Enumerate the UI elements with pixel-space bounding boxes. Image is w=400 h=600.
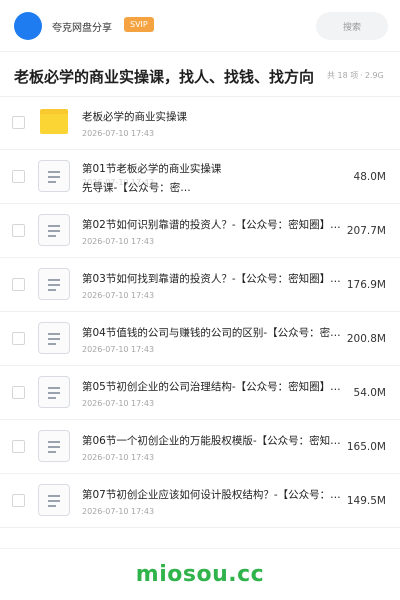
file-date: 2026-07-10 17:43 <box>82 507 155 516</box>
document-icon <box>38 376 70 408</box>
file-name: 老板必学的商业实操课 <box>82 111 187 123</box>
svip-badge[interactable]: SVIP <box>124 17 154 32</box>
app-name: 夸克网盘分享 <box>52 23 112 34</box>
document-icon <box>38 160 70 192</box>
share-title: 老板必学的商业实操课，找人、找钱、找方向 <box>14 68 315 86</box>
document-icon <box>38 484 70 516</box>
row-checkbox[interactable] <box>12 278 25 291</box>
row-checkbox[interactable] <box>12 224 25 237</box>
file-size: 207.7M <box>346 225 386 237</box>
file-name-continued: 先导课-【公众号：密… <box>82 182 191 194</box>
item-count: 共 18 项 <box>327 71 359 80</box>
file-size: 48.0M <box>353 171 386 183</box>
file-row[interactable]: 老板必学的商业实操课 2026-07-10 17:43 <box>0 96 400 150</box>
document-icon <box>38 322 70 354</box>
file-size: 200.8M <box>346 333 386 345</box>
file-row[interactable]: 第04节值钱的公司与赚钱的公司的区别-【公众号：密… 2026-07-10 17… <box>0 312 400 366</box>
search-placeholder: 搜索 <box>342 22 361 33</box>
row-checkbox[interactable] <box>12 386 25 399</box>
row-checkbox[interactable] <box>12 116 25 129</box>
file-row[interactable]: 第02节如何识别靠谱的投资人？-【公众号：密知圈】… 2026-07-10 17… <box>0 204 400 258</box>
file-name: 第02节如何识别靠谱的投资人？-【公众号：密知圈】… <box>82 219 341 231</box>
share-meta: 共 18 项 · 2.9G <box>327 70 384 81</box>
watermark: miosou.cc <box>135 562 265 587</box>
file-name: 第01节老板必学的商业实操课 <box>82 163 222 175</box>
meta-separator: · <box>360 71 363 80</box>
row-checkbox[interactable] <box>12 440 25 453</box>
file-name: 第04节值钱的公司与赚钱的公司的区别-【公众号：密… <box>82 327 341 339</box>
file-name: 第07节初创企业应该如何设计股权结构？-【公众号：… <box>82 489 341 501</box>
folder-icon <box>40 109 68 134</box>
total-size: 2.9G <box>364 71 384 80</box>
file-date: 2026-07-10 17:43 <box>82 129 155 138</box>
search-input[interactable]: 搜索 <box>316 12 388 40</box>
file-name: 第03节如何找到靠谱的投资人？-【公众号：密知圈】… <box>82 273 341 285</box>
file-row[interactable]: 第05节初创企业的公司治理结构-【公众号：密知圈】… 2026-07-10 17… <box>0 366 400 420</box>
document-icon <box>38 214 70 246</box>
document-icon <box>38 268 70 300</box>
row-checkbox[interactable] <box>12 332 25 345</box>
document-icon <box>38 430 70 462</box>
file-size: 176.9M <box>346 279 386 291</box>
file-date: 2026-07-10 17:43 <box>82 237 155 246</box>
file-date: 2026-07-10 17:43 <box>82 345 155 354</box>
avatar[interactable] <box>14 12 42 40</box>
file-date: 2026-07-10 17:43 <box>82 399 155 408</box>
top-bar: 夸克网盘分享 SVIP 搜索 <box>0 0 400 52</box>
file-size: 54.0M <box>353 387 386 399</box>
file-size: 165.0M <box>346 441 386 453</box>
file-row[interactable]: 第06节一个初创企业的万能股权模版-【公众号：密知… 2026-07-10 17… <box>0 420 400 474</box>
file-name: 第06节一个初创企业的万能股权模版-【公众号：密知… <box>82 435 341 447</box>
file-date: 2026-07-10 17:43 <box>82 453 155 462</box>
file-row[interactable]: 第07节初创企业应该如何设计股权结构？-【公众号：… 2026-07-10 17… <box>0 474 400 528</box>
file-name: 第05节初创企业的公司治理结构-【公众号：密知圈】… <box>82 381 341 393</box>
file-date: 2026-07-10 17:43 <box>82 291 155 300</box>
file-size: 149.5M <box>346 495 386 507</box>
file-row[interactable]: 第01节老板必学的商业实操课 2026-07-10 17:43 先导课-【公众号… <box>0 150 400 204</box>
file-row[interactable]: 第03节如何找到靠谱的投资人？-【公众号：密知圈】… 2026-07-10 17… <box>0 258 400 312</box>
row-checkbox[interactable] <box>12 170 25 183</box>
row-checkbox[interactable] <box>12 494 25 507</box>
